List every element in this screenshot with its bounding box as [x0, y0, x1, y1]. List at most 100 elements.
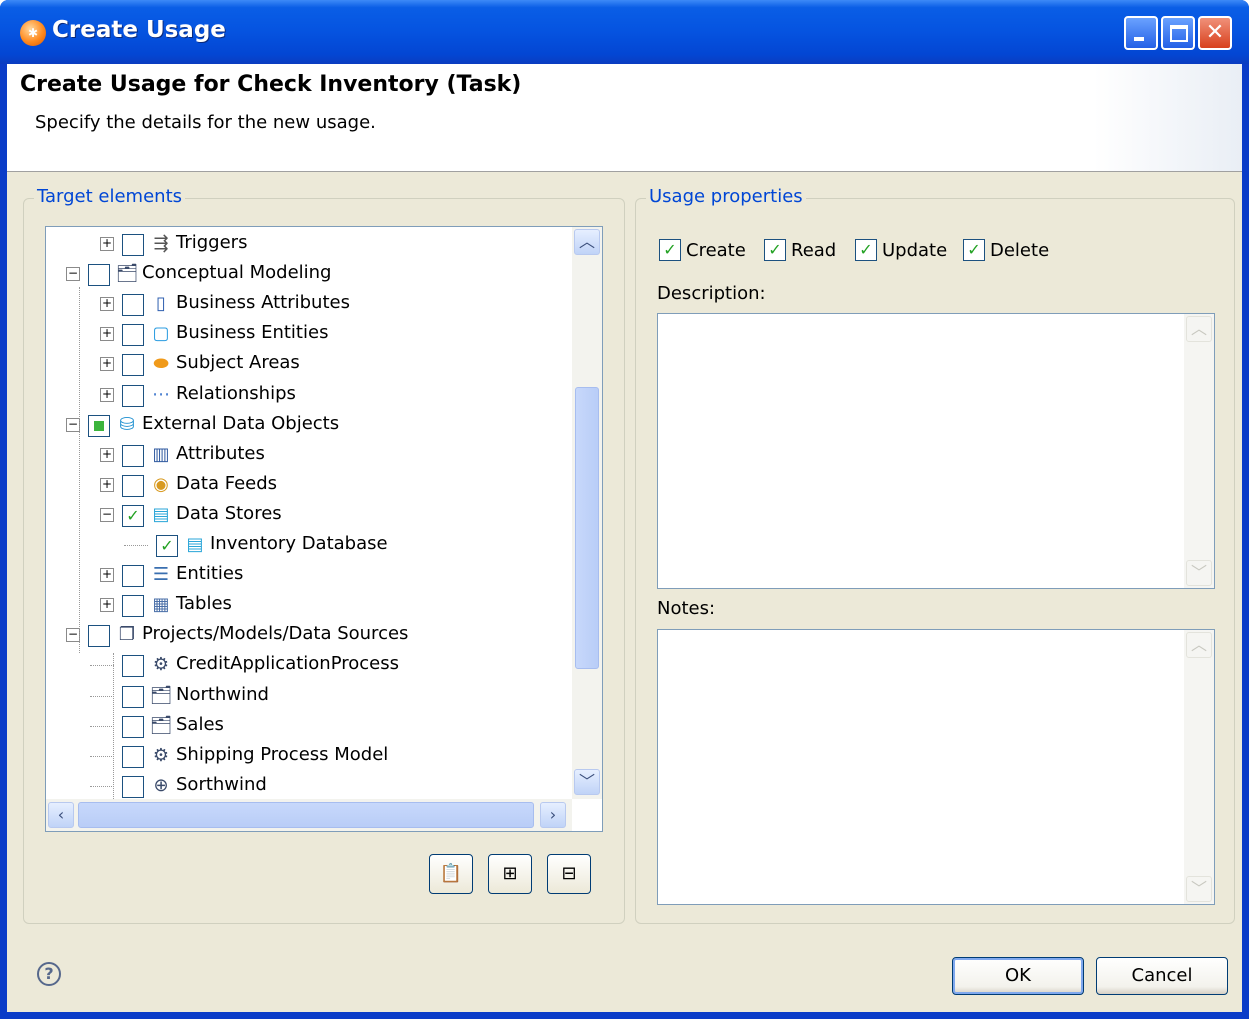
tree-row[interactable]: − ❐ Projects/Models/Data Sources — [46, 620, 572, 650]
minimize-button[interactable] — [1124, 16, 1158, 50]
tree-checkbox[interactable] — [122, 294, 144, 317]
expand-icon[interactable]: + — [100, 297, 114, 312]
tree-row[interactable]: + ⋯ Relationships — [46, 380, 572, 410]
expand-icon[interactable]: + — [100, 447, 114, 462]
target-tree[interactable]: + ⇶ Triggers − 🗂 Conceptual Modeling + ▯ Busines… — [45, 226, 603, 832]
expand-icon[interactable]: + — [100, 387, 114, 402]
tree-vertical-scrollbar[interactable]: ︿ ﹀ — [572, 227, 602, 799]
collapse-all-button[interactable]: ⊟ — [547, 854, 591, 894]
subject-area-icon: ⬬ — [153, 353, 169, 375]
data-store-icon: ▤ — [152, 503, 170, 525]
process-model-icon: ⚙ — [152, 654, 170, 676]
tree-checkbox[interactable] — [122, 354, 144, 377]
tree-row[interactable]: + ▢ Business Entities — [46, 319, 572, 349]
tree-row[interactable]: 🗂 Northwind — [46, 681, 572, 711]
chevron-right-icon: › — [549, 805, 557, 824]
maximize-button[interactable] — [1161, 16, 1195, 50]
collapse-icon[interactable]: − — [66, 628, 80, 643]
tree-checkbox[interactable] — [122, 474, 144, 497]
tree-row[interactable]: ✓ ▤ Inventory Database — [46, 530, 572, 560]
tree-checkbox[interactable] — [122, 384, 144, 407]
tree-checkbox[interactable]: ✓ — [156, 535, 178, 557]
tree-row[interactable]: − 🗂 Conceptual Modeling — [46, 259, 572, 289]
tree-checkbox[interactable] — [122, 234, 144, 256]
tree-item-label: Sorthwind — [176, 773, 267, 795]
tree-row[interactable]: + ☰ Entities — [46, 560, 572, 590]
delete-label: Delete — [990, 240, 1050, 261]
expand-icon[interactable]: + — [100, 237, 114, 251]
title-bar[interactable]: ✱ Create Usage ✕ — [0, 0, 1249, 64]
data-feed-icon: ◉ — [153, 473, 169, 495]
expand-icon[interactable]: + — [100, 598, 114, 613]
scroll-right-button[interactable]: › — [540, 802, 566, 828]
tree-checkbox[interactable] — [122, 595, 144, 618]
create-check-box[interactable]: ✓ — [659, 239, 681, 261]
tree-row[interactable]: ⚙ CreditApplicationProcess — [46, 650, 572, 680]
tree-row[interactable]: + ◉ Data Feeds — [46, 470, 572, 500]
tree-connector — [90, 785, 114, 787]
scroll-up-button[interactable]: ︿ — [574, 229, 600, 255]
window-title: Create Usage — [52, 17, 226, 43]
tree-checkbox[interactable] — [122, 655, 144, 678]
update-check-box[interactable]: ✓ — [855, 239, 877, 261]
tree-row[interactable]: + ⇶ Triggers — [46, 229, 572, 259]
tree-item-label: External Data Objects — [142, 412, 340, 434]
tree-row[interactable]: + ▥ Attributes — [46, 440, 572, 470]
horizontal-scroll-thumb[interactable] — [78, 802, 534, 828]
tree-row[interactable]: − ✓ ▤ Data Stores — [46, 500, 572, 530]
tree-checkbox[interactable]: ✓ — [122, 504, 144, 527]
expand-icon[interactable]: + — [100, 477, 114, 492]
tree-checkbox[interactable] — [88, 414, 110, 437]
vertical-scroll-thumb[interactable] — [575, 387, 599, 669]
tree-connector — [124, 545, 148, 546]
tree-checkbox[interactable] — [122, 685, 144, 708]
collapse-icon[interactable]: − — [66, 417, 80, 432]
tree-row[interactable]: ⊕ Sorthwind — [46, 771, 572, 799]
tree-checkbox[interactable] — [88, 625, 110, 648]
chevron-up-icon: ︿ — [1190, 635, 1207, 654]
tree-row[interactable]: + ▯ Business Attributes — [46, 289, 572, 319]
collapse-icon[interactable]: − — [100, 507, 114, 522]
projects-icon: ❐ — [118, 624, 136, 646]
tree-row[interactable]: − ⛁ External Data Objects — [46, 410, 572, 440]
tree-horizontal-scrollbar[interactable]: ‹ › — [46, 799, 572, 831]
description-scroll-up-button[interactable]: ︿ — [1186, 316, 1212, 342]
read-check-box[interactable]: ✓ — [764, 239, 786, 261]
description-field[interactable]: ︿ ﹀ — [657, 313, 1215, 589]
tree-checkbox[interactable] — [122, 565, 144, 588]
cancel-button[interactable]: Cancel — [1096, 957, 1228, 995]
tree-row[interactable]: + ⬬ Subject Areas — [46, 349, 572, 379]
tree-checkbox[interactable] — [122, 715, 144, 738]
usage-properties-legend: Usage properties — [646, 186, 806, 207]
tree-checkbox[interactable] — [122, 324, 144, 347]
chevron-down-icon: ﹀ — [1190, 879, 1207, 898]
tree-item-label: CreditApplicationProcess — [176, 653, 399, 675]
tree-row[interactable]: 🗂 Sales — [46, 711, 572, 741]
notes-scroll-down-button[interactable]: ﹀ — [1186, 876, 1212, 902]
collapse-icon[interactable]: − — [66, 267, 80, 282]
tree-viewport[interactable]: + ⇶ Triggers − 🗂 Conceptual Modeling + ▯ Busines… — [46, 227, 572, 799]
expand-all-button[interactable]: ⊞ — [488, 854, 532, 894]
select-all-button[interactable]: 📋 — [429, 854, 473, 894]
expand-icon[interactable]: + — [100, 568, 114, 583]
scroll-left-button[interactable]: ‹ — [48, 802, 74, 828]
notes-scroll-up-button[interactable]: ︿ — [1186, 632, 1212, 658]
description-scrollbar[interactable]: ︿ ﹀ — [1184, 314, 1214, 588]
help-icon[interactable]: ? — [37, 962, 61, 986]
tree-checkbox[interactable] — [122, 775, 144, 798]
tree-row[interactable]: + ▦ Tables — [46, 590, 572, 620]
expand-icon[interactable]: + — [100, 327, 114, 342]
expand-icon[interactable]: + — [100, 357, 114, 372]
notes-field[interactable]: ︿ ﹀ — [657, 629, 1215, 905]
notes-scrollbar[interactable]: ︿ ﹀ — [1184, 630, 1214, 904]
ok-button[interactable]: OK — [952, 957, 1084, 995]
tree-row[interactable]: ⚙ Shipping Process Model — [46, 741, 572, 771]
tree-checkbox[interactable] — [122, 745, 144, 768]
tree-checkbox[interactable] — [88, 264, 110, 287]
description-scroll-down-button[interactable]: ﹀ — [1186, 560, 1212, 586]
close-button[interactable]: ✕ — [1198, 16, 1232, 50]
scroll-down-button[interactable]: ﹀ — [574, 769, 600, 795]
delete-check-box[interactable]: ✓ — [963, 239, 985, 261]
tree-checkbox[interactable] — [122, 444, 144, 467]
tree-item-label: Data Stores — [176, 502, 282, 524]
